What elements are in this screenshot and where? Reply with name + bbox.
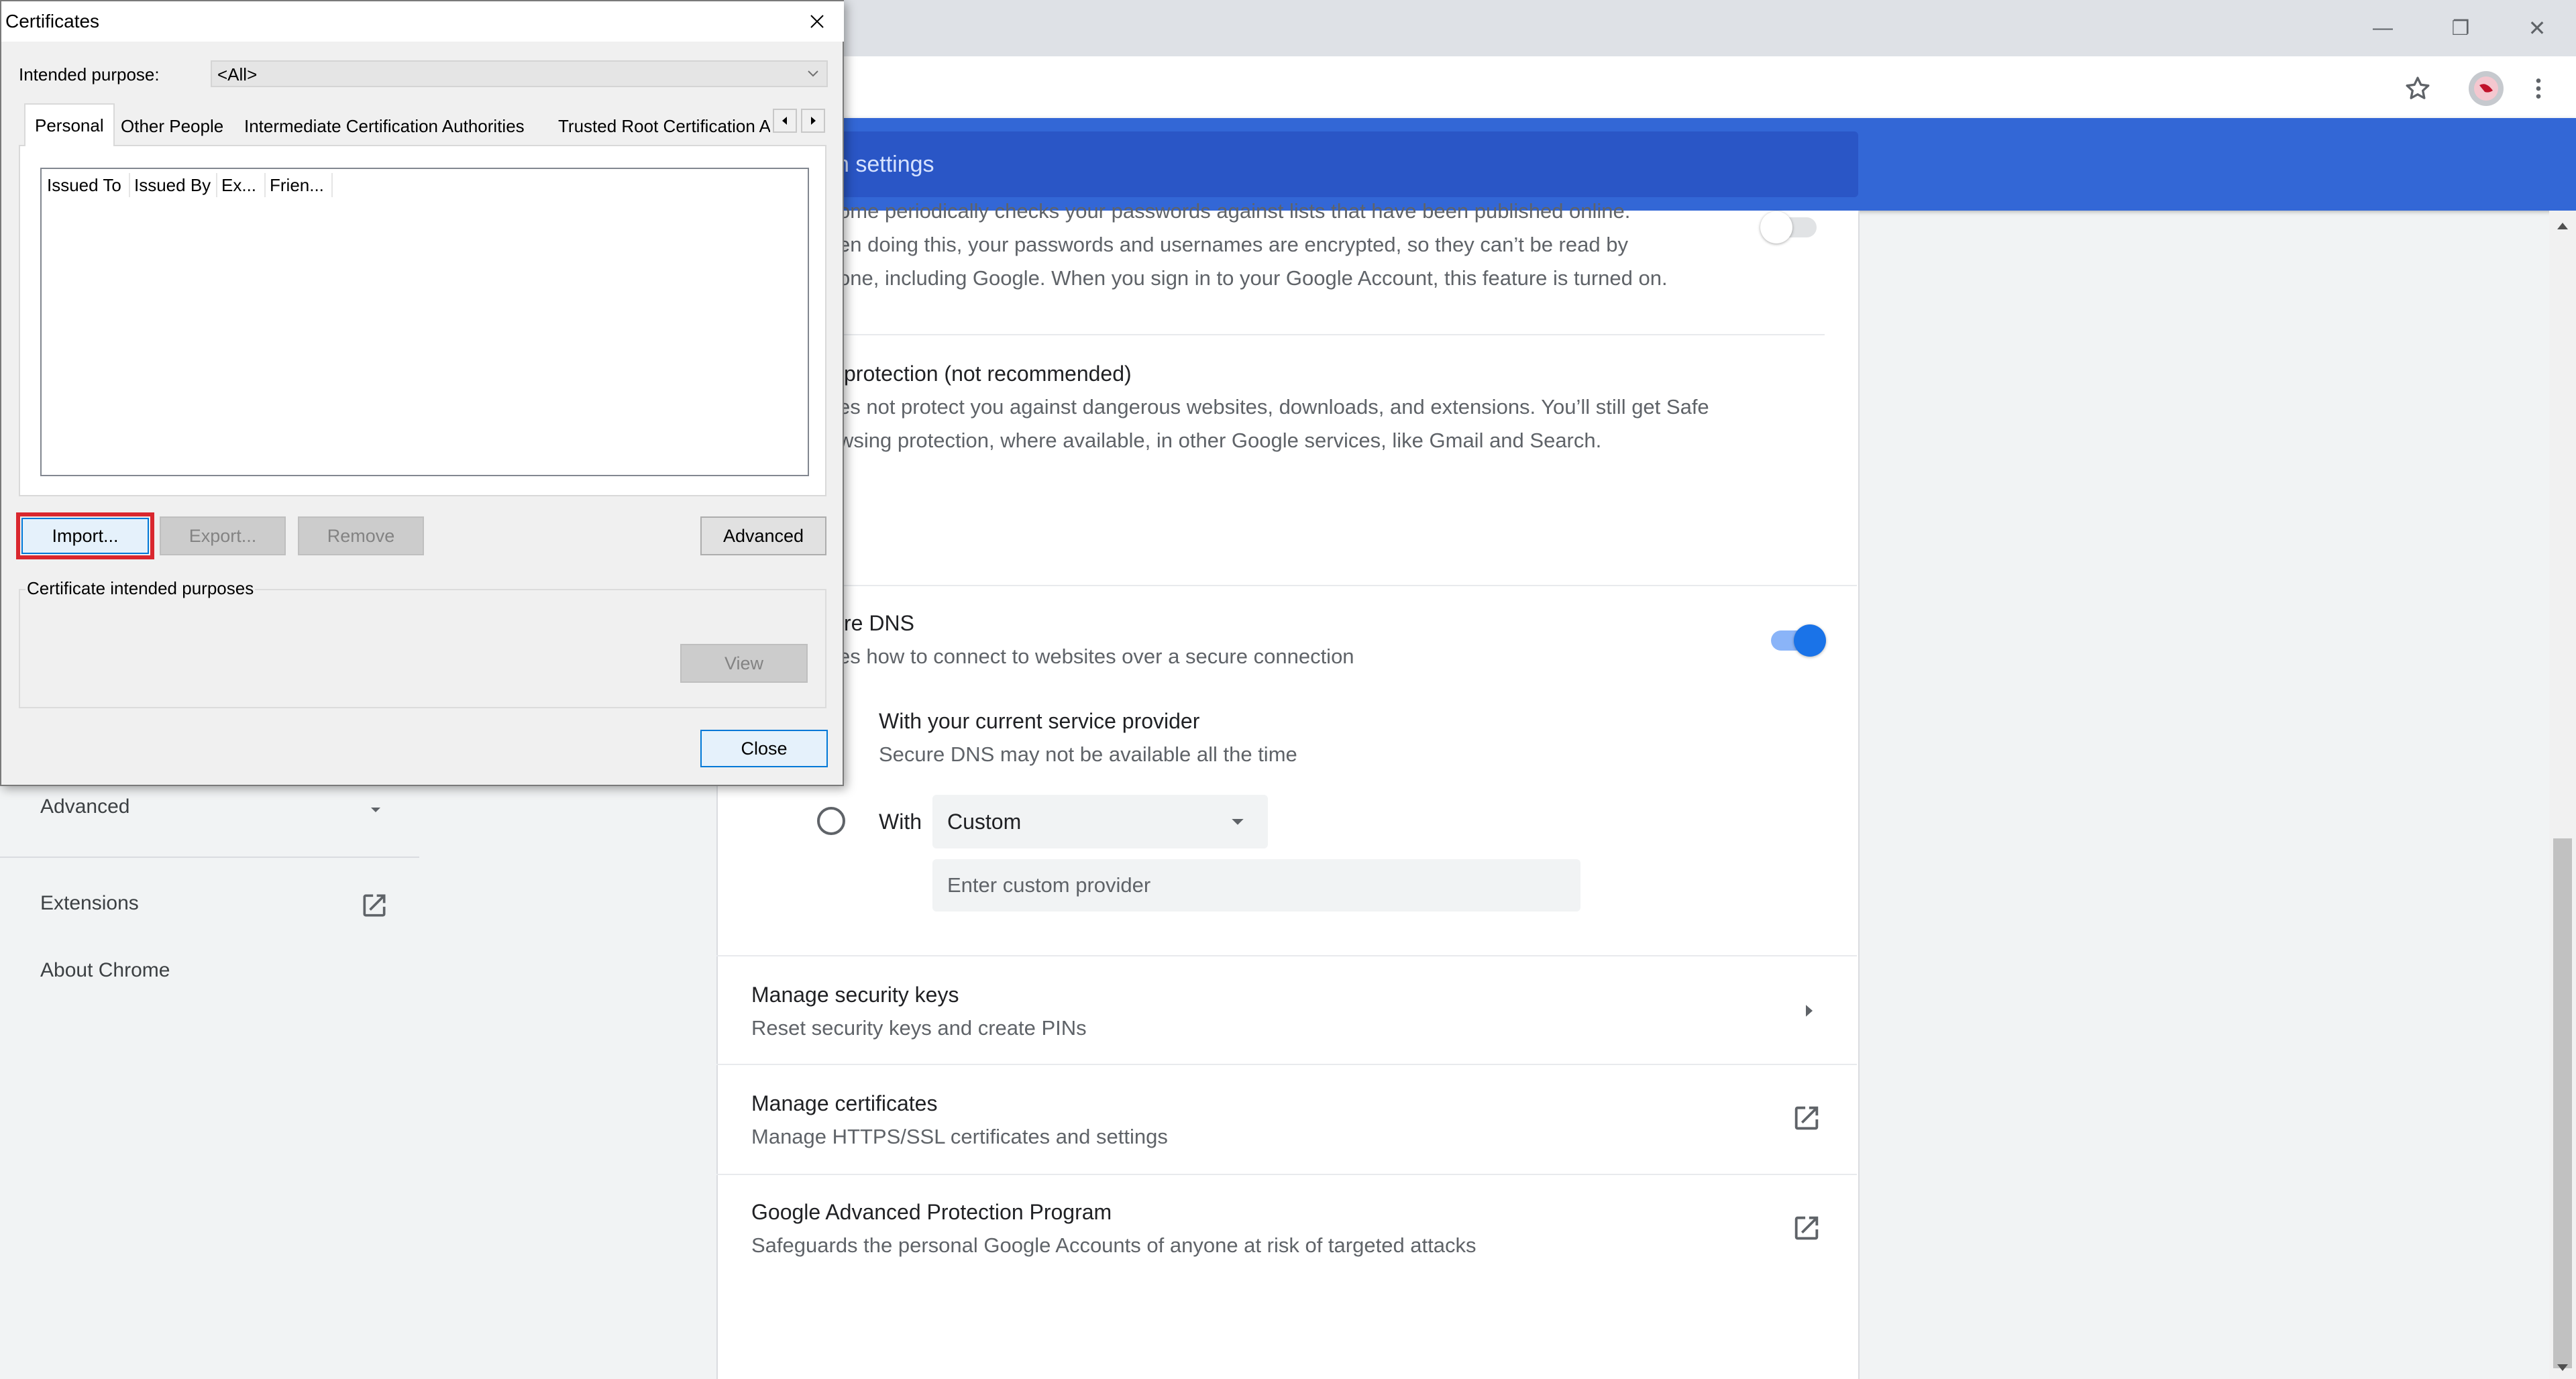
nav-advanced[interactable]: Advanced	[40, 795, 129, 818]
profile-button[interactable]	[2465, 67, 2508, 110]
tab-intermediate-ca[interactable]: Intermediate Certification Authorities	[235, 107, 534, 145]
import-button-label: Import...	[52, 525, 119, 546]
minimize-button[interactable]: —	[2344, 0, 2422, 56]
export-button-label: Export...	[189, 525, 257, 546]
password-check-text-2: en doing this, your passwords and userna…	[839, 233, 1628, 256]
no-protection-title: protection (not recommended)	[844, 362, 1132, 386]
current-provider-sub: Secure DNS may not be available all the …	[879, 742, 1297, 766]
tab-intermediate-label: Intermediate Certification Authorities	[244, 115, 525, 136]
chevron-down-icon	[808, 70, 818, 77]
no-protection-sub-2: wsing protection, where available, in ot…	[839, 429, 1602, 452]
certificates-dialog: Certificates Intended purpose: <All> Per…	[0, 0, 844, 786]
dialog-title-bar	[1, 1, 844, 42]
dialog-title: Certificates	[5, 11, 100, 32]
dialog-close-button[interactable]	[793, 5, 841, 38]
custom-provider-input[interactable]: Enter custom provider	[932, 859, 1580, 912]
column-issued-to[interactable]: Issued To	[43, 173, 130, 197]
close-icon: ✕	[2528, 16, 2546, 40]
open-in-new-icon	[1794, 1106, 1819, 1130]
view-button-label: View	[724, 653, 764, 673]
nav-divider	[0, 857, 419, 858]
password-check-toggle-knob[interactable]	[1760, 211, 1792, 243]
nav-extensions[interactable]: Extensions	[40, 892, 139, 915]
remove-button[interactable]: Remove	[298, 516, 424, 555]
column-issued-by[interactable]: Issued By	[130, 173, 217, 197]
secure-dns-title: re DNS	[844, 611, 914, 635]
window-close-button[interactable]: ✕	[2498, 0, 2576, 56]
intended-purpose-combo[interactable]: <All>	[211, 60, 828, 87]
avatar-icon	[2469, 71, 2504, 106]
chevron-down-icon	[371, 808, 380, 812]
divider	[839, 334, 1825, 335]
export-button[interactable]: Export...	[160, 516, 286, 555]
chrome-menu-button[interactable]	[2517, 67, 2560, 110]
custom-select-value: Custom	[947, 810, 1022, 834]
star-icon	[2406, 76, 2430, 99]
no-protection-sub-1: es not protect you against dangerous web…	[839, 395, 1709, 419]
divider	[716, 585, 1857, 586]
advanced-protection-row[interactable]: Google Advanced Protection Program Safeg…	[716, 1175, 1857, 1282]
kebab-menu-icon	[2536, 78, 2541, 99]
advanced-button-label: Advanced	[722, 525, 804, 546]
tab-scroll-right-button[interactable]	[801, 109, 825, 133]
tab-trusted-root[interactable]: Trusted Root Certification A	[549, 107, 770, 145]
certificates-title: Manage certificates	[751, 1091, 938, 1115]
certificates-sub: Manage HTTPS/SSL certificates and settin…	[751, 1125, 1168, 1148]
nav-about-chrome[interactable]: About Chrome	[40, 959, 170, 982]
column-friendly-name[interactable]: Frien...	[266, 173, 333, 197]
secure-dns-sub: es how to connect to websites over a sec…	[839, 645, 1354, 668]
security-keys-sub: Reset security keys and create PINs	[751, 1016, 1087, 1040]
scroll-down-arrow-icon[interactable]	[2555, 1362, 2571, 1375]
intended-purpose-value: <All>	[217, 64, 258, 85]
gapp-sub: Safeguards the personal Google Accounts …	[751, 1233, 1477, 1257]
intended-purpose-label: Intended purpose:	[19, 64, 160, 85]
security-keys-title: Manage security keys	[751, 983, 959, 1007]
with-label: With	[879, 810, 922, 834]
open-in-new-icon[interactable]	[360, 891, 389, 920]
open-in-new-icon	[1794, 1216, 1819, 1240]
tab-other-people-label: Other People	[121, 115, 224, 136]
tab-trusted-root-label: Trusted Root Certification A	[558, 115, 770, 136]
tab-other-people[interactable]: Other People	[111, 107, 233, 145]
import-button[interactable]: Import...	[21, 518, 149, 554]
custom-provider-select[interactable]: Custom	[932, 795, 1268, 848]
manage-certificates-row[interactable]: Manage certificates Manage HTTPS/SSL cer…	[716, 1065, 1857, 1174]
tab-personal-label: Personal	[35, 115, 104, 135]
close-icon	[810, 15, 824, 28]
scrollbar-thumb[interactable]	[2553, 838, 2572, 1368]
custom-provider-placeholder: Enter custom provider	[947, 873, 1151, 897]
nav-extensions-label: Extensions	[40, 892, 139, 914]
custom-provider-radio[interactable]	[817, 807, 845, 835]
secure-dns-toggle-knob[interactable]	[1794, 624, 1826, 657]
current-provider-title: With your current service provider	[879, 709, 1200, 733]
chevron-right-icon	[1806, 1005, 1813, 1017]
close-button-label: Close	[741, 738, 788, 759]
tab-personal[interactable]: Personal	[24, 103, 115, 146]
manage-security-keys-row[interactable]: Manage security keys Reset security keys…	[716, 956, 1857, 1064]
advanced-button[interactable]: Advanced	[700, 516, 826, 555]
remove-button-label: Remove	[327, 525, 395, 546]
close-button[interactable]: Close	[700, 730, 828, 767]
bookmark-star-button[interactable]	[2396, 67, 2439, 110]
view-button[interactable]: View	[680, 644, 808, 683]
caret-left-icon	[782, 117, 787, 125]
password-check-text-1: ome periodically checks your passwords a…	[839, 199, 1631, 223]
restore-button[interactable]: ❐	[2422, 0, 2500, 56]
certificate-list[interactable]	[40, 168, 809, 476]
column-expiration[interactable]: Ex...	[217, 173, 266, 197]
dropdown-arrow-icon	[1232, 819, 1244, 825]
restore-icon: ❐	[2451, 17, 2470, 40]
password-check-text-3: one, including Google. When you sign in …	[839, 266, 1668, 290]
minimize-icon: —	[2373, 17, 2393, 39]
nav-advanced-label: Advanced	[40, 795, 130, 818]
caret-right-icon	[811, 117, 816, 125]
gapp-title: Google Advanced Protection Program	[751, 1200, 1112, 1224]
nav-about-label: About Chrome	[40, 959, 170, 981]
purposes-label: Certificate intended purposes	[25, 578, 256, 599]
tab-scroll-left-button[interactable]	[773, 109, 797, 133]
scroll-up-arrow-icon[interactable]	[2555, 219, 2571, 232]
